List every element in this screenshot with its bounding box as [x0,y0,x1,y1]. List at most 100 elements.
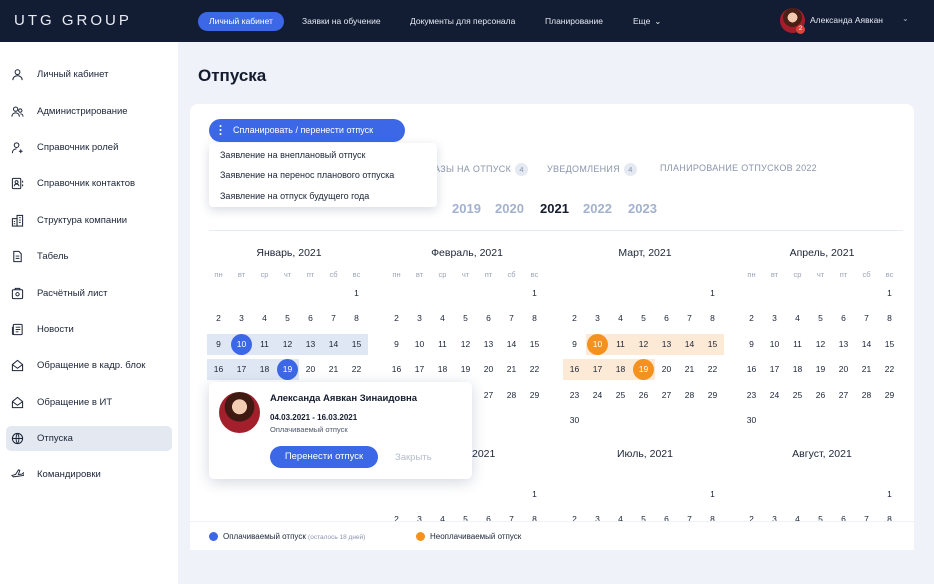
calendar-day[interactable]: 19 [454,359,477,380]
calendar-day[interactable]: 9 [563,334,586,355]
calendar-day[interactable]: 15 [523,334,546,355]
calendar-day[interactable]: 19 [632,359,655,380]
tab-vacation-orders[interactable]: АЗЫ НА ОТПУСК 4 [434,163,529,176]
calendar-day[interactable]: 19 [809,359,832,380]
calendar-day[interactable]: 20 [477,359,500,380]
sidebar-item-business-trips[interactable]: Командировки [6,462,172,487]
year-2020[interactable]: 2020 [495,201,524,216]
calendar-day[interactable]: 6 [299,308,322,329]
calendar-day[interactable]: 15 [701,334,724,355]
calendar-day[interactable]: 7 [500,308,523,329]
calendar-day[interactable]: 22 [523,359,546,380]
calendar-day[interactable]: 6 [655,308,678,329]
year-2021[interactable]: 2021 [540,201,569,216]
plan-vacation-button[interactable]: Спланировать / перенести отпуск [209,119,405,142]
calendar-day[interactable]: 5 [454,308,477,329]
calendar-day[interactable]: 13 [299,334,322,355]
calendar-day[interactable]: 19 [276,359,299,380]
calendar-day[interactable]: 30 [740,410,763,431]
calendar-day[interactable]: 17 [763,359,786,380]
calendar-day[interactable]: 22 [701,359,724,380]
year-2023[interactable]: 2023 [628,201,657,216]
calendar-day[interactable]: 4 [431,308,454,329]
sidebar-item-news[interactable]: Новости [6,317,172,342]
calendar-day[interactable]: 13 [477,334,500,355]
calendar-day[interactable]: 12 [632,334,655,355]
calendar-day[interactable]: 14 [322,334,345,355]
calendar-day[interactable]: 9 [385,334,408,355]
sidebar-item-timesheet[interactable]: Табель [6,244,172,269]
nav-training-requests[interactable]: Заявки на обучение [291,12,392,31]
calendar-day[interactable]: 10 [408,334,431,355]
calendar-day[interactable]: 4 [609,308,632,329]
calendar-day[interactable]: 24 [586,385,609,406]
calendar-day[interactable]: 20 [832,359,855,380]
tab-vacation-planning-2022[interactable]: ПЛАНИРОВАНИЕ ОТПУСКОВ 2022 [660,163,817,173]
nav-staff-documents[interactable]: Документы для персонала [399,12,526,31]
calendar-day[interactable]: 16 [385,359,408,380]
calendar-day[interactable]: 5 [809,308,832,329]
calendar-day[interactable]: 10 [763,334,786,355]
calendar-day[interactable]: 2 [563,308,586,329]
calendar-day[interactable]: 28 [855,385,878,406]
calendar-day[interactable]: 20 [299,359,322,380]
calendar-day[interactable]: 18 [431,359,454,380]
calendar-day[interactable]: 12 [276,334,299,355]
calendar-day[interactable]: 17 [586,359,609,380]
calendar-day[interactable]: 10 [586,334,609,355]
calendar-day[interactable]: 6 [832,308,855,329]
sidebar-item-personal-cabinet[interactable]: Личный кабинет [6,62,172,87]
calendar-day[interactable]: 11 [786,334,809,355]
calendar-day[interactable]: 16 [563,359,586,380]
calendar-day[interactable]: 28 [500,385,523,406]
calendar-day[interactable]: 29 [701,385,724,406]
reschedule-button[interactable]: Перенести отпуск [270,446,378,468]
calendar-day[interactable]: 13 [832,334,855,355]
calendar-day[interactable]: 21 [322,359,345,380]
calendar-day[interactable]: 7 [322,308,345,329]
sidebar-item-administration[interactable]: Администрирование [6,99,172,124]
calendar-day[interactable]: 24 [763,385,786,406]
company-logo[interactable]: UTG GROUP [14,12,132,29]
nav-personal-cabinet[interactable]: Личный кабинет [198,12,284,31]
calendar-day[interactable]: 9 [740,334,763,355]
menu-item-unplanned-vacation[interactable]: Заявление на внеплановый отпуск [220,150,365,160]
calendar-day[interactable]: 27 [832,385,855,406]
calendar-day[interactable]: 29 [523,385,546,406]
calendar-day[interactable]: 3 [408,308,431,329]
calendar-day[interactable]: 18 [609,359,632,380]
calendar-day[interactable]: 25 [786,385,809,406]
calendar-day[interactable]: 12 [454,334,477,355]
chevron-down-icon[interactable]: ⌄ [902,14,909,23]
calendar-day[interactable]: 5 [276,308,299,329]
calendar-day[interactable]: 5 [632,308,655,329]
tab-notifications[interactable]: УВЕДОМЛЕНИЯ 4 [547,163,637,176]
calendar-day[interactable]: 18 [786,359,809,380]
calendar-day[interactable]: 25 [609,385,632,406]
calendar-day[interactable]: 21 [678,359,701,380]
sidebar-item-payslip[interactable]: Расчётный лист [6,281,172,306]
calendar-day[interactable]: 14 [855,334,878,355]
calendar-day[interactable]: 1 [878,283,901,304]
calendar-day[interactable]: 8 [345,308,368,329]
calendar-day[interactable]: 1 [701,484,724,505]
calendar-day[interactable]: 26 [809,385,832,406]
calendar-day[interactable]: 21 [500,359,523,380]
calendar-day[interactable]: 27 [655,385,678,406]
calendar-day[interactable]: 2 [740,308,763,329]
calendar-day[interactable]: 16 [740,359,763,380]
sidebar-item-hr-request[interactable]: Обращение в кадр. блок [6,353,172,378]
close-button[interactable]: Закрыть [395,452,432,463]
calendar-day[interactable]: 12 [809,334,832,355]
calendar-day[interactable]: 22 [878,359,901,380]
calendar-day[interactable]: 16 [207,359,230,380]
sidebar-item-vacations[interactable]: Отпуска [6,426,172,451]
calendar-day[interactable]: 17 [230,359,253,380]
calendar-day[interactable]: 1 [701,283,724,304]
nav-more[interactable]: Еще ⌄ [622,12,672,31]
calendar-day[interactable]: 1 [523,484,546,505]
calendar-day[interactable]: 11 [431,334,454,355]
calendar-day[interactable]: 11 [609,334,632,355]
sidebar-item-contacts[interactable]: Справочник контактов [6,171,172,196]
calendar-day[interactable]: 11 [253,334,276,355]
